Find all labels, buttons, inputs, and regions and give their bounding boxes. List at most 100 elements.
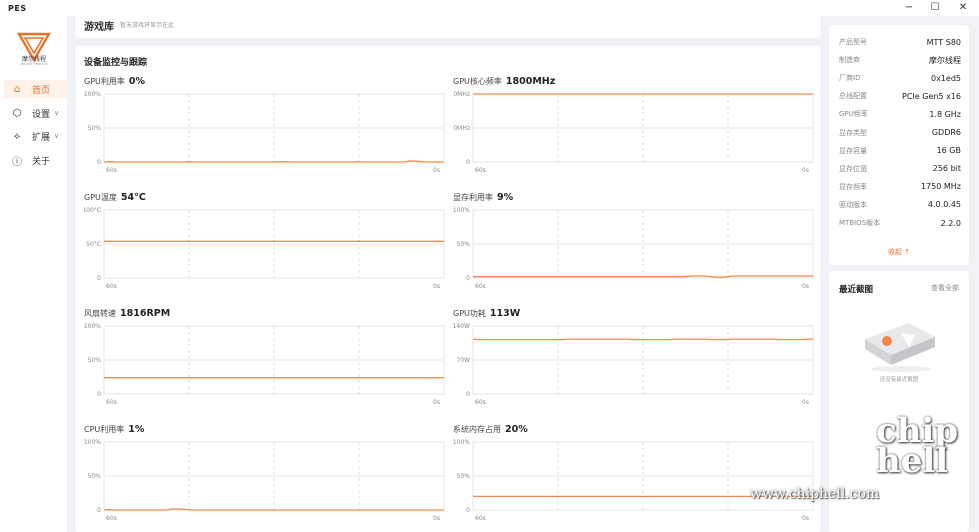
x-tick-label: 60s xyxy=(106,399,117,406)
monitor-panel: 设备监控与跟踪 GPU利用率 0% 100% 50% 0 60s 0s GPU核心频率 1800… xyxy=(76,46,820,532)
spec-key: 显存频率 xyxy=(839,182,867,191)
game-library-title: 游戏库 xyxy=(84,22,114,33)
chart-card: GPU核心频率1800MHz1800MHz900MHz060s0s xyxy=(453,76,815,180)
chart-card: GPU温度 54°C 100°C 50°C 0 60s 0s xyxy=(84,192,446,296)
info-icon: ⓘ xyxy=(12,156,22,168)
x-tick-label: 0s xyxy=(433,515,440,522)
x-tick-label: 0s xyxy=(802,167,809,174)
spec-row: GPU频率 1.8 GHz xyxy=(839,107,961,121)
close-button[interactable]: ✕ xyxy=(950,0,976,16)
screenshots-title: 最近截图 xyxy=(839,285,874,295)
chart-current-value: 1% xyxy=(128,424,145,435)
chart-card: CPU利用率 1% 100% 50% 0 60s 0s xyxy=(84,424,446,528)
monitor-title: 设备监控与跟踪 xyxy=(84,58,148,68)
chart-metric-name: GPU温度 xyxy=(84,193,117,202)
spec-row: 产品型号 MTT S80 xyxy=(839,35,961,49)
app-title: PES xyxy=(8,3,27,13)
chevron-down-icon: ∨ xyxy=(54,109,60,117)
sidebar-item-settings[interactable]: ⬡ 设置 ∨ xyxy=(4,104,67,122)
line-chart: 140W 70W 0 60s 0s xyxy=(453,323,814,406)
line-chart: 100% 50% 0 60s 0s xyxy=(84,91,445,174)
chart-current-value: 1816RPM xyxy=(120,308,171,319)
x-tick-label: 60s xyxy=(475,283,486,290)
chart-label: CPU利用率 1% xyxy=(84,424,144,435)
spec-value: 0x1ed5 xyxy=(930,73,961,83)
x-tick-label: 60s xyxy=(106,515,117,522)
chart-card: GPU功耗 113W 140W 70W 0 60s 0s xyxy=(453,308,815,412)
spec-key: 显存容量 xyxy=(839,146,867,155)
x-tick-label: 0s xyxy=(433,399,440,406)
view-all-link[interactable]: 查看全部 xyxy=(931,283,959,293)
series-line xyxy=(472,338,813,341)
chart-metric-name: 显存利用率 xyxy=(453,193,493,202)
y-tick-label: 50% xyxy=(457,473,471,480)
chart-metric-name: 系统内存占用 xyxy=(453,425,501,434)
line-chart: 100°C 50°C 0 60s 0s xyxy=(84,207,445,290)
y-tick-label: 0 xyxy=(97,159,101,166)
empty-screenshot-icon xyxy=(865,323,935,372)
sidebar-item-label: 关于 xyxy=(32,156,51,167)
collapse-button[interactable]: 收起 ↑ xyxy=(829,247,969,257)
line-chart: 100% 50% 0 60s 0s xyxy=(84,439,445,522)
y-tick-label: 0 xyxy=(97,275,101,282)
maximize-button[interactable]: ☐ xyxy=(922,0,948,16)
sidebar-item-about[interactable]: ⓘ 关于 xyxy=(4,151,67,169)
y-tick-label: 0 xyxy=(466,159,470,166)
x-tick-label: 0s xyxy=(433,167,440,174)
x-tick-label: 0s xyxy=(802,399,809,406)
spec-key: 驱动版本 xyxy=(839,200,867,209)
series-line xyxy=(473,275,813,278)
sidebar-item-label: 扩展 xyxy=(32,132,51,143)
spec-value: 1.8 GHz xyxy=(929,109,961,119)
y-tick-label: 100% xyxy=(84,91,101,98)
chart-card: 风扇转速 1816RPM 100% 50% 0 60s 0s xyxy=(84,308,446,412)
y-tick-label: 140W xyxy=(453,323,470,330)
y-tick-label: 1800MHz xyxy=(453,91,470,98)
spec-value: 1750 MHz xyxy=(920,182,961,192)
spec-row: 显存类型 GDDR6 xyxy=(839,126,961,140)
spec-row: 驱动版本 4.0.0.45 xyxy=(839,198,961,212)
spec-value: MTT S80 xyxy=(926,37,961,47)
y-tick-label: 100% xyxy=(453,439,470,446)
x-tick-label: 60s xyxy=(475,515,486,522)
sidebar-item-extensions[interactable]: ⟡ 扩展 ∨ xyxy=(4,127,67,145)
chevron-down-icon: ∨ xyxy=(54,132,60,140)
spec-key: 显存类型 xyxy=(839,128,867,137)
chart-card: 显存利用率 9% 100% 50% 0 60s 0s xyxy=(453,192,815,296)
chart-metric-name: GPU利用率 xyxy=(84,77,125,86)
spec-row: 厂商ID 0x1ed5 xyxy=(839,71,961,85)
minimize-button[interactable]: − xyxy=(896,0,922,16)
chart-metric-name: CPU利用率 xyxy=(84,425,125,434)
y-tick-label: 100% xyxy=(453,207,470,214)
y-tick-label: 50% xyxy=(88,473,102,480)
extension-icon: ⟡ xyxy=(13,130,21,142)
y-tick-label: 100% xyxy=(84,323,101,330)
chart-label: 显存利用率 9% xyxy=(453,192,513,203)
y-tick-label: 50% xyxy=(457,241,471,248)
chart-current-value: 20% xyxy=(505,424,528,435)
y-tick-label: 0 xyxy=(466,391,470,398)
chart-metric-name: 风扇转速 xyxy=(84,309,116,318)
sidebar-item-home[interactable]: ⌂ 首页 xyxy=(4,80,67,98)
chart-current-value: 113W xyxy=(489,308,521,319)
spec-row: 显存容量 16 GB xyxy=(839,144,961,158)
chart-label: 风扇转速 1816RPM xyxy=(84,308,170,319)
settings-icon: ⬡ xyxy=(12,107,22,119)
spec-key: GPU频率 xyxy=(839,110,868,119)
spec-row: 总线配置 PCIe Gen5 x16 xyxy=(839,89,961,103)
y-tick-label: 50% xyxy=(88,125,102,132)
spec-key: 产品型号 xyxy=(839,38,867,46)
spec-value: 16 GB xyxy=(936,146,961,156)
y-tick-label: 0 xyxy=(97,391,101,398)
home-icon: ⌂ xyxy=(13,83,21,95)
chart-label: GPU利用率 0% xyxy=(84,76,145,87)
x-tick-label: 60s xyxy=(106,167,117,174)
spec-value: GDDR6 xyxy=(931,128,961,137)
sidebar-item-label: 首页 xyxy=(32,85,51,96)
spec-row: 制造商 摩尔线程 xyxy=(839,53,961,67)
y-tick-label: 100% xyxy=(84,439,101,446)
y-tick-label: 100°C xyxy=(84,207,101,214)
line-chart: 1800MHz 900MHz 0 60s 0s xyxy=(453,91,814,174)
spec-row: 显存频率 1750 MHz xyxy=(839,180,961,194)
chart-label: GPU温度 54°C xyxy=(84,192,146,203)
